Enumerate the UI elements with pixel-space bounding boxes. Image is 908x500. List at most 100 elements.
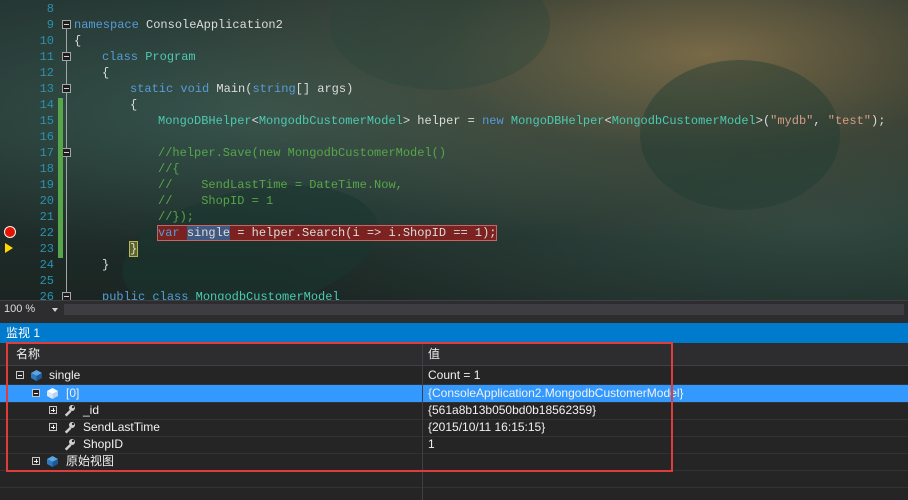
namespace-name: ConsoleApplication2	[138, 18, 283, 32]
keyword: var	[158, 226, 180, 240]
expand-icon[interactable]	[49, 423, 57, 431]
code-line-13: static void Main(string[] args)	[130, 81, 353, 97]
line-number: 22	[39, 226, 54, 240]
line-number: 10	[39, 34, 54, 48]
keyword: namespace	[74, 18, 139, 32]
type-name: MongoDBHelper	[158, 114, 252, 128]
line-number: 21	[39, 210, 54, 224]
type-name: MongodbCustomerModel	[258, 114, 403, 128]
line-number: 15	[39, 114, 54, 128]
object-icon	[31, 370, 42, 381]
watch-row[interactable]: single Count = 1	[0, 367, 908, 385]
watch-name: SendLastTime	[83, 420, 160, 434]
watch-row[interactable]: SendLastTime {2015/10/11 16:15:15}	[0, 419, 908, 437]
code-line-24: }	[102, 258, 110, 272]
zoom-level-value: 100 %	[4, 303, 36, 315]
code-text-area[interactable]: namespace ConsoleApplication2 { class Pr…	[74, 0, 908, 300]
watch-panel-tab[interactable]: 监视 1	[0, 323, 908, 343]
string-literal: "test"	[827, 114, 871, 128]
zoom-level-dropdown[interactable]: 100 %	[4, 302, 60, 317]
watch-row[interactable]: ShopID 1	[0, 436, 908, 454]
line-number: 26	[39, 290, 54, 300]
keyword: string	[252, 82, 296, 96]
change-tracking-bar	[58, 98, 63, 258]
collapse-toggle-icon[interactable]	[62, 52, 71, 61]
line-number: 9	[46, 18, 54, 32]
object-icon	[47, 388, 58, 399]
collapse-icon[interactable]	[32, 389, 40, 397]
collapse-icon[interactable]	[16, 371, 24, 379]
watch-add-row[interactable]	[0, 470, 908, 488]
line-number: 8	[46, 2, 54, 16]
column-separator[interactable]	[422, 343, 423, 500]
watch-header: 名称 值	[0, 343, 908, 366]
line-number: 12	[39, 66, 54, 80]
collapse-toggle-icon[interactable]	[62, 292, 71, 300]
watch-row[interactable]: _id {561a8b13b050bd0b18562359}	[0, 402, 908, 420]
line-number: 17	[39, 146, 54, 160]
line-number: 13	[39, 82, 54, 96]
line-number-gutter: 8 9 10 11 12 13 14 15 16 17 18 19 20 21 …	[28, 0, 60, 300]
watch-name: [0]	[66, 386, 80, 400]
property-wrench-icon	[64, 422, 75, 434]
expand-icon[interactable]	[32, 457, 40, 465]
code-text: = helper.Search(i => i.ShopID == 1);	[230, 226, 497, 240]
watch-panel: 名称 值 single Count = 1 [0] {ConsoleApplic…	[0, 343, 908, 500]
collapse-toggle-icon[interactable]	[62, 84, 71, 93]
code-line-19: // SendLastTime = DateTime.Now,	[158, 178, 403, 192]
column-header-value[interactable]: 值	[428, 343, 440, 365]
outlining-margin	[58, 0, 72, 300]
line-number: 23	[39, 242, 54, 256]
code-line-10: {	[74, 34, 82, 48]
punct: <	[251, 114, 259, 128]
selected-identifier[interactable]: single	[186, 226, 231, 240]
watch-name: ShopID	[83, 437, 124, 451]
expand-icon[interactable]	[49, 406, 57, 414]
editor-status-strip: 100 %	[0, 300, 908, 318]
keyword: class	[152, 290, 189, 300]
watch-name: 原始视图	[66, 454, 115, 468]
punct: );	[871, 114, 886, 128]
collapse-toggle-icon[interactable]	[62, 20, 71, 29]
watch-row[interactable]: 原始视图	[0, 453, 908, 471]
horizontal-scrollbar[interactable]	[64, 304, 904, 315]
watch-name: single	[49, 368, 81, 382]
code-line-15: MongoDBHelper<MongodbCustomerModel> help…	[158, 113, 885, 129]
code-line-17: //helper.Save(new MongodbCustomerModel()	[158, 146, 447, 160]
punct: <	[604, 114, 612, 128]
code-line-11: class Program	[102, 49, 196, 65]
watch-value: {561a8b13b050bd0b18562359}	[428, 403, 597, 417]
watch-value: 1	[428, 437, 435, 451]
method-name: Main(	[209, 82, 253, 96]
keyword: public	[102, 290, 146, 300]
keyword: class	[102, 50, 139, 64]
property-wrench-icon	[64, 439, 75, 451]
line-number: 18	[39, 162, 54, 176]
outline-guide	[66, 29, 67, 300]
punct: ,	[813, 114, 828, 128]
code-line-23: }	[128, 241, 139, 257]
type-name: MongoDBHelper	[510, 114, 605, 128]
line-number: 16	[39, 130, 54, 144]
watch-value: Count = 1	[428, 368, 481, 382]
code-line-22: var single = helper.Search(i => i.ShopID…	[156, 225, 498, 241]
watch-row[interactable]: [0] {ConsoleApplication2.MongodbCustomer…	[0, 385, 908, 403]
code-editor[interactable]: 8 9 10 11 12 13 14 15 16 17 18 19 20 21 …	[0, 0, 908, 300]
line-number: 25	[39, 274, 54, 288]
code-line-26: public class MongodbCustomerModel	[102, 289, 340, 300]
keyword: static	[130, 82, 174, 96]
code-line-21: //});	[158, 210, 195, 224]
breakpoint-icon[interactable]	[4, 226, 16, 238]
breakpoint-highlight[interactable]: var single = helper.Search(i => i.ShopID…	[156, 225, 498, 241]
watch-value: {2015/10/11 16:15:15}	[428, 420, 546, 434]
class-name: MongodbCustomerModel	[195, 290, 340, 300]
column-header-name[interactable]: 名称	[16, 343, 40, 365]
chevron-down-icon	[52, 308, 58, 312]
current-statement-highlight: }	[128, 241, 139, 257]
collapse-toggle-icon[interactable]	[62, 148, 71, 157]
class-name: Program	[145, 50, 196, 64]
keyword: void	[180, 82, 210, 96]
object-icon	[47, 456, 58, 467]
indicator-margin[interactable]	[0, 0, 28, 300]
